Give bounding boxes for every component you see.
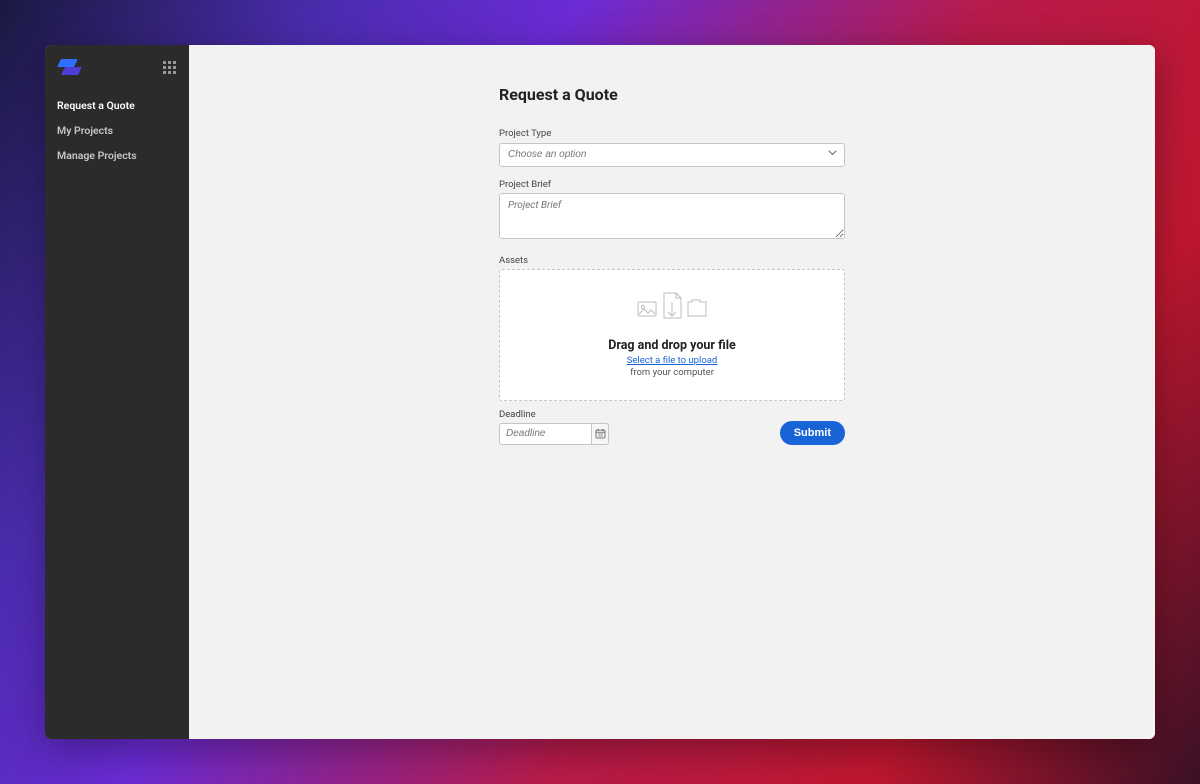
project-type-select-wrap: Choose an option	[499, 142, 845, 167]
sidebar-header	[45, 45, 189, 83]
main-content: Request a Quote Project Type Choose an o…	[189, 45, 1155, 739]
sidebar-item-request-quote[interactable]: Request a Quote	[45, 93, 189, 118]
project-type-label: Project Type	[499, 128, 845, 139]
form-bottom-row: Deadline	[499, 409, 845, 445]
sidebar-item-my-projects[interactable]: My Projects	[45, 118, 189, 143]
assets-dropzone[interactable]: Drag and drop your file Select a file to…	[499, 269, 845, 401]
quote-form: Request a Quote Project Type Choose an o…	[499, 85, 845, 445]
page-title: Request a Quote	[499, 85, 845, 104]
deadline-input-wrap	[499, 423, 609, 445]
dropzone-subtext: from your computer	[630, 367, 714, 378]
sidebar: Request a Quote My Projects Manage Proje…	[45, 45, 189, 739]
calendar-icon	[595, 428, 606, 439]
project-type-select[interactable]: Choose an option	[499, 143, 845, 167]
dropzone-title: Drag and drop your file	[608, 338, 736, 353]
deadline-label: Deadline	[499, 409, 609, 420]
assets-label: Assets	[499, 255, 845, 266]
deadline-input[interactable]	[499, 423, 591, 445]
app-window: Request a Quote My Projects Manage Proje…	[45, 45, 1155, 739]
sidebar-nav: Request a Quote My Projects Manage Proje…	[45, 83, 189, 178]
deadline-group: Deadline	[499, 409, 609, 445]
deadline-calendar-button[interactable]	[591, 423, 609, 445]
upload-illustration-icon	[636, 290, 708, 324]
project-brief-label: Project Brief	[499, 179, 845, 190]
sidebar-item-manage-projects[interactable]: Manage Projects	[45, 143, 189, 168]
dropzone-select-link[interactable]: Select a file to upload	[627, 355, 718, 366]
logo-icon[interactable]	[57, 59, 81, 77]
submit-button[interactable]: Submit	[780, 421, 845, 445]
app-launcher-icon[interactable]	[163, 61, 177, 75]
project-brief-input[interactable]	[499, 193, 845, 239]
